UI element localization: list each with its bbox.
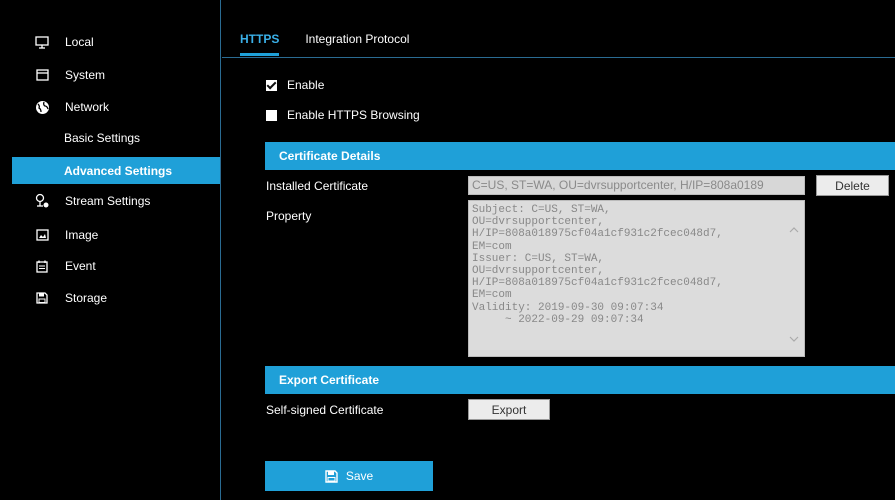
self-signed-certificate-label: Self-signed Certificate	[266, 403, 384, 417]
https-browsing-checkbox-row[interactable]: Enable HTTPS Browsing	[266, 108, 420, 122]
camera-stream-icon	[34, 193, 50, 209]
export-button[interactable]: Export	[468, 399, 550, 420]
tab-integration-protocol[interactable]: Integration Protocol	[305, 32, 409, 56]
sidebar-item-stream-settings[interactable]: Stream Settings	[0, 189, 220, 213]
export-certificate-header: Export Certificate	[265, 366, 895, 394]
sidebar-item-label: Event	[65, 259, 96, 273]
floppy-icon	[34, 290, 50, 306]
https-browsing-label: Enable HTTPS Browsing	[287, 108, 420, 122]
calendar-icon	[34, 258, 50, 274]
save-label: Save	[345, 469, 374, 483]
enable-label: Enable	[287, 78, 325, 92]
property-text: Subject: C=US, ST=WA, OU=dvrsupportcente…	[472, 204, 723, 326]
save-button[interactable]: Save	[265, 461, 433, 491]
enable-checkbox-row[interactable]: Enable	[266, 78, 324, 92]
enable-checkbox[interactable]	[266, 79, 277, 91]
monitor-icon	[34, 34, 50, 50]
sidebar-item-image[interactable]: Image	[0, 223, 220, 247]
installed-certificate-label: Installed Certificate	[266, 179, 369, 193]
scroll-up-icon[interactable]	[789, 223, 799, 233]
main-content: HTTPS Integration Protocol Enable Enable…	[222, 0, 895, 500]
sidebar-item-label: Basic Settings	[64, 131, 141, 145]
sidebar-item-event[interactable]: Event	[0, 254, 220, 278]
globe-icon	[34, 99, 50, 115]
window-icon	[34, 67, 50, 83]
certificate-details-header: Certificate Details	[265, 142, 895, 170]
property-label: Property	[266, 209, 312, 223]
https-browsing-checkbox[interactable]	[266, 109, 277, 121]
scroll-down-icon[interactable]	[789, 332, 799, 342]
installed-certificate-field[interactable]: C=US, ST=WA, OU=dvrsupportcenter, H/IP=8…	[468, 176, 805, 195]
sidebar-item-label: Storage	[65, 291, 108, 305]
sidebar-item-storage[interactable]: Storage	[0, 286, 220, 310]
property-textarea[interactable]: Subject: C=US, ST=WA, OU=dvrsupportcente…	[468, 200, 805, 357]
sidebar-item-label: Stream Settings	[65, 194, 151, 208]
delete-button[interactable]: Delete	[816, 175, 889, 196]
sidebar-item-label: System	[65, 68, 106, 82]
sidebar-item-network[interactable]: Network	[0, 95, 220, 119]
sidebar-item-system[interactable]: System	[0, 63, 220, 87]
image-icon	[34, 227, 50, 243]
sidebar: Local System Network Basic Settings Adva…	[0, 0, 221, 500]
sidebar-item-label: Advanced Settings	[64, 163, 173, 178]
tab-divider	[222, 57, 895, 58]
sidebar-item-advanced-settings[interactable]: Advanced Settings	[12, 157, 220, 184]
sidebar-item-label: Network	[65, 100, 110, 114]
sidebar-item-basic-settings[interactable]: Basic Settings	[0, 126, 220, 150]
sidebar-item-label: Local	[65, 35, 94, 49]
floppy-icon	[325, 469, 338, 483]
sidebar-item-local[interactable]: Local	[0, 30, 220, 54]
sidebar-item-label: Image	[65, 228, 99, 242]
tab-https[interactable]: HTTPS	[240, 32, 280, 56]
